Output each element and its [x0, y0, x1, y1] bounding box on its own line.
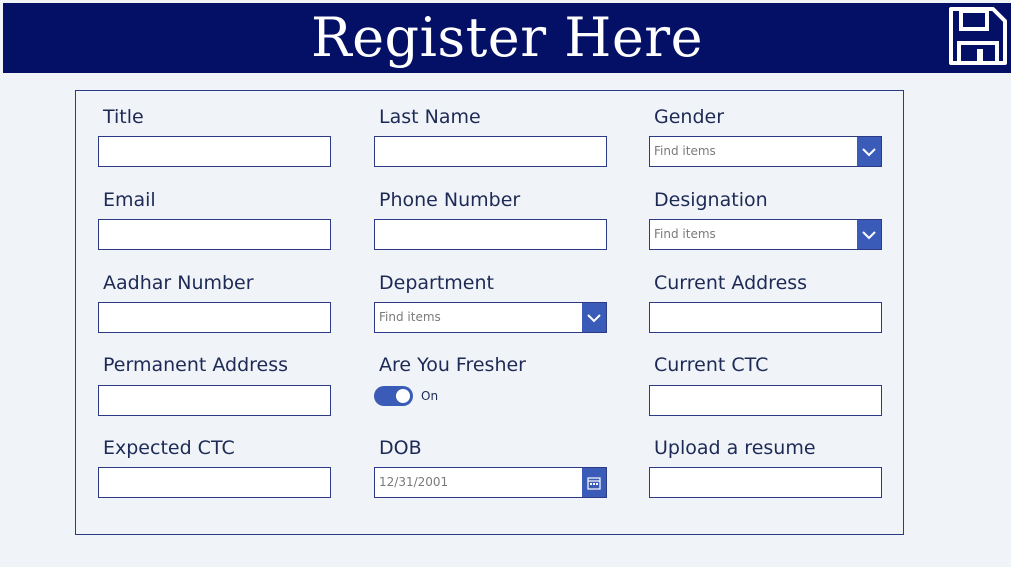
fresher-toggle-state: On: [421, 389, 439, 403]
chevron-down-icon: [862, 230, 876, 239]
current-ctc-input[interactable]: [649, 385, 882, 416]
department-dropdown-button[interactable]: [582, 303, 606, 332]
fresher-label: Are You Fresher: [379, 354, 526, 376]
save-icon: [949, 7, 1007, 65]
header-bar: Register Here: [3, 3, 1011, 73]
gender-placeholder: Find items: [654, 144, 716, 158]
gender-label: Gender: [654, 106, 725, 128]
calendar-icon: [587, 476, 601, 490]
toggle-knob: [396, 389, 410, 403]
chevron-down-icon: [587, 313, 601, 322]
save-button[interactable]: [947, 5, 1009, 67]
title-label: Title: [103, 106, 144, 128]
chevron-down-icon: [862, 147, 876, 156]
email-input[interactable]: [98, 219, 331, 250]
current-address-input[interactable]: [649, 302, 882, 333]
dob-date-picker[interactable]: 12/31/2001: [374, 467, 607, 498]
dob-value: 12/31/2001: [379, 475, 449, 489]
phone-label: Phone Number: [379, 189, 521, 211]
page-title: Register Here: [310, 6, 704, 69]
gender-combobox[interactable]: Find items: [649, 136, 882, 167]
fresher-toggle[interactable]: [374, 386, 413, 406]
gender-dropdown-button[interactable]: [857, 137, 881, 166]
last-name-input[interactable]: [374, 136, 607, 167]
last-name-label: Last Name: [379, 106, 481, 128]
designation-combobox[interactable]: Find items: [649, 219, 882, 250]
designation-dropdown-button[interactable]: [857, 220, 881, 249]
resume-label: Upload a resume: [654, 437, 816, 459]
phone-input[interactable]: [374, 219, 607, 250]
department-combobox[interactable]: Find items: [374, 302, 607, 333]
aadhar-input[interactable]: [98, 302, 331, 333]
dob-label: DOB: [379, 437, 422, 459]
aadhar-label: Aadhar Number: [103, 272, 254, 294]
expected-ctc-input[interactable]: [98, 467, 331, 498]
email-label: Email: [103, 189, 156, 211]
current-address-label: Current Address: [654, 272, 808, 294]
designation-placeholder: Find items: [654, 227, 716, 241]
department-label: Department: [379, 272, 494, 294]
resume-upload-input[interactable]: [649, 467, 882, 498]
calendar-button[interactable]: [582, 468, 606, 497]
permanent-address-input[interactable]: [98, 385, 331, 416]
designation-label: Designation: [654, 189, 768, 211]
expected-ctc-label: Expected CTC: [103, 437, 235, 459]
title-input[interactable]: [98, 136, 331, 167]
permanent-address-label: Permanent Address: [103, 354, 289, 376]
department-placeholder: Find items: [379, 310, 441, 324]
current-ctc-label: Current CTC: [654, 354, 769, 376]
